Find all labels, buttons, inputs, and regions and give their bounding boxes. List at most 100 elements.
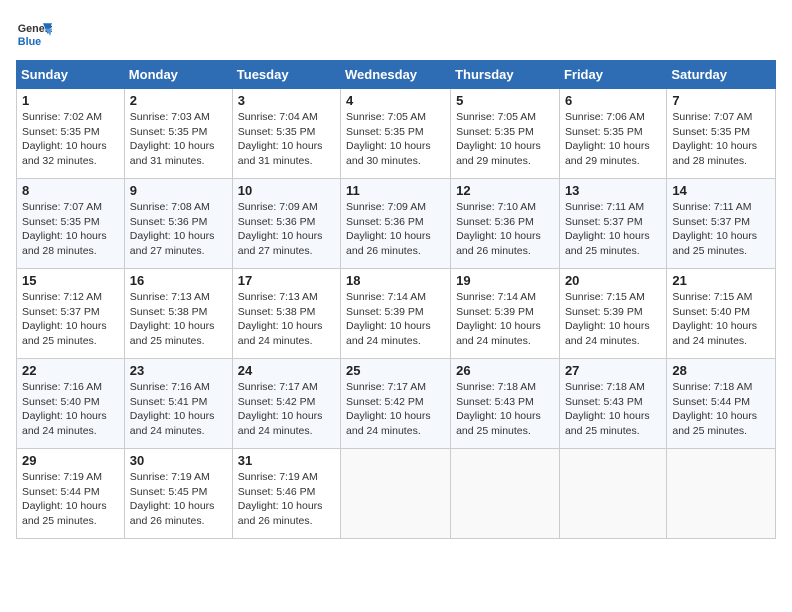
day-header-friday: Friday xyxy=(559,61,666,89)
week-row-2: 8 Sunrise: 7:07 AM Sunset: 5:35 PM Dayli… xyxy=(17,179,776,269)
day-header-monday: Monday xyxy=(124,61,232,89)
cell-info: Sunrise: 7:14 AM Sunset: 5:39 PM Dayligh… xyxy=(456,290,554,349)
day-number: 12 xyxy=(456,183,554,198)
cell-info: Sunrise: 7:03 AM Sunset: 5:35 PM Dayligh… xyxy=(130,110,227,169)
calendar-cell: 2 Sunrise: 7:03 AM Sunset: 5:35 PM Dayli… xyxy=(124,89,232,179)
calendar-cell: 18 Sunrise: 7:14 AM Sunset: 5:39 PM Dayl… xyxy=(341,269,451,359)
cell-info: Sunrise: 7:07 AM Sunset: 5:35 PM Dayligh… xyxy=(22,200,119,259)
calendar-cell: 5 Sunrise: 7:05 AM Sunset: 5:35 PM Dayli… xyxy=(451,89,560,179)
cell-info: Sunrise: 7:10 AM Sunset: 5:36 PM Dayligh… xyxy=(456,200,554,259)
calendar-cell xyxy=(341,449,451,539)
calendar-cell: 11 Sunrise: 7:09 AM Sunset: 5:36 PM Dayl… xyxy=(341,179,451,269)
cell-info: Sunrise: 7:19 AM Sunset: 5:45 PM Dayligh… xyxy=(130,470,227,529)
cell-info: Sunrise: 7:05 AM Sunset: 5:35 PM Dayligh… xyxy=(346,110,445,169)
calendar-cell: 24 Sunrise: 7:17 AM Sunset: 5:42 PM Dayl… xyxy=(232,359,340,449)
day-number: 6 xyxy=(565,93,661,108)
cell-info: Sunrise: 7:09 AM Sunset: 5:36 PM Dayligh… xyxy=(346,200,445,259)
day-number: 9 xyxy=(130,183,227,198)
day-header-sunday: Sunday xyxy=(17,61,125,89)
cell-info: Sunrise: 7:16 AM Sunset: 5:41 PM Dayligh… xyxy=(130,380,227,439)
svg-text:Blue: Blue xyxy=(18,36,41,48)
day-number: 21 xyxy=(672,273,770,288)
week-row-1: 1 Sunrise: 7:02 AM Sunset: 5:35 PM Dayli… xyxy=(17,89,776,179)
calendar-cell: 13 Sunrise: 7:11 AM Sunset: 5:37 PM Dayl… xyxy=(559,179,666,269)
calendar-cell: 27 Sunrise: 7:18 AM Sunset: 5:43 PM Dayl… xyxy=(559,359,666,449)
calendar-cell: 25 Sunrise: 7:17 AM Sunset: 5:42 PM Dayl… xyxy=(341,359,451,449)
cell-info: Sunrise: 7:18 AM Sunset: 5:43 PM Dayligh… xyxy=(565,380,661,439)
cell-info: Sunrise: 7:15 AM Sunset: 5:40 PM Dayligh… xyxy=(672,290,770,349)
day-header-wednesday: Wednesday xyxy=(341,61,451,89)
cell-info: Sunrise: 7:18 AM Sunset: 5:44 PM Dayligh… xyxy=(672,380,770,439)
cell-info: Sunrise: 7:14 AM Sunset: 5:39 PM Dayligh… xyxy=(346,290,445,349)
cell-info: Sunrise: 7:18 AM Sunset: 5:43 PM Dayligh… xyxy=(456,380,554,439)
day-number: 13 xyxy=(565,183,661,198)
day-number: 11 xyxy=(346,183,445,198)
day-number: 31 xyxy=(238,453,335,468)
cell-info: Sunrise: 7:12 AM Sunset: 5:37 PM Dayligh… xyxy=(22,290,119,349)
day-number: 18 xyxy=(346,273,445,288)
calendar-cell: 14 Sunrise: 7:11 AM Sunset: 5:37 PM Dayl… xyxy=(667,179,776,269)
cell-info: Sunrise: 7:13 AM Sunset: 5:38 PM Dayligh… xyxy=(130,290,227,349)
day-number: 5 xyxy=(456,93,554,108)
calendar-header-row: SundayMondayTuesdayWednesdayThursdayFrid… xyxy=(17,61,776,89)
calendar-cell: 30 Sunrise: 7:19 AM Sunset: 5:45 PM Dayl… xyxy=(124,449,232,539)
cell-info: Sunrise: 7:11 AM Sunset: 5:37 PM Dayligh… xyxy=(672,200,770,259)
day-header-saturday: Saturday xyxy=(667,61,776,89)
week-row-5: 29 Sunrise: 7:19 AM Sunset: 5:44 PM Dayl… xyxy=(17,449,776,539)
day-number: 2 xyxy=(130,93,227,108)
cell-info: Sunrise: 7:11 AM Sunset: 5:37 PM Dayligh… xyxy=(565,200,661,259)
cell-info: Sunrise: 7:13 AM Sunset: 5:38 PM Dayligh… xyxy=(238,290,335,349)
cell-info: Sunrise: 7:19 AM Sunset: 5:44 PM Dayligh… xyxy=(22,470,119,529)
calendar-cell: 9 Sunrise: 7:08 AM Sunset: 5:36 PM Dayli… xyxy=(124,179,232,269)
calendar-cell: 19 Sunrise: 7:14 AM Sunset: 5:39 PM Dayl… xyxy=(451,269,560,359)
calendar-cell: 4 Sunrise: 7:05 AM Sunset: 5:35 PM Dayli… xyxy=(341,89,451,179)
day-number: 28 xyxy=(672,363,770,378)
calendar-cell: 17 Sunrise: 7:13 AM Sunset: 5:38 PM Dayl… xyxy=(232,269,340,359)
day-number: 10 xyxy=(238,183,335,198)
cell-info: Sunrise: 7:17 AM Sunset: 5:42 PM Dayligh… xyxy=(238,380,335,439)
calendar-cell: 1 Sunrise: 7:02 AM Sunset: 5:35 PM Dayli… xyxy=(17,89,125,179)
cell-info: Sunrise: 7:04 AM Sunset: 5:35 PM Dayligh… xyxy=(238,110,335,169)
cell-info: Sunrise: 7:02 AM Sunset: 5:35 PM Dayligh… xyxy=(22,110,119,169)
day-number: 7 xyxy=(672,93,770,108)
calendar-cell: 15 Sunrise: 7:12 AM Sunset: 5:37 PM Dayl… xyxy=(17,269,125,359)
calendar-cell: 28 Sunrise: 7:18 AM Sunset: 5:44 PM Dayl… xyxy=(667,359,776,449)
day-number: 20 xyxy=(565,273,661,288)
calendar-cell: 23 Sunrise: 7:16 AM Sunset: 5:41 PM Dayl… xyxy=(124,359,232,449)
day-number: 23 xyxy=(130,363,227,378)
cell-info: Sunrise: 7:05 AM Sunset: 5:35 PM Dayligh… xyxy=(456,110,554,169)
calendar-cell: 29 Sunrise: 7:19 AM Sunset: 5:44 PM Dayl… xyxy=(17,449,125,539)
calendar-cell xyxy=(451,449,560,539)
cell-info: Sunrise: 7:07 AM Sunset: 5:35 PM Dayligh… xyxy=(672,110,770,169)
day-number: 8 xyxy=(22,183,119,198)
week-row-4: 22 Sunrise: 7:16 AM Sunset: 5:40 PM Dayl… xyxy=(17,359,776,449)
day-number: 26 xyxy=(456,363,554,378)
calendar-cell: 12 Sunrise: 7:10 AM Sunset: 5:36 PM Dayl… xyxy=(451,179,560,269)
calendar-cell: 21 Sunrise: 7:15 AM Sunset: 5:40 PM Dayl… xyxy=(667,269,776,359)
calendar-cell: 26 Sunrise: 7:18 AM Sunset: 5:43 PM Dayl… xyxy=(451,359,560,449)
day-number: 3 xyxy=(238,93,335,108)
calendar-cell: 6 Sunrise: 7:06 AM Sunset: 5:35 PM Dayli… xyxy=(559,89,666,179)
day-number: 1 xyxy=(22,93,119,108)
day-number: 30 xyxy=(130,453,227,468)
page-container: General Blue SundayMondayTuesdayWednesda… xyxy=(16,16,776,539)
cell-info: Sunrise: 7:06 AM Sunset: 5:35 PM Dayligh… xyxy=(565,110,661,169)
calendar-table: SundayMondayTuesdayWednesdayThursdayFrid… xyxy=(16,60,776,539)
week-row-3: 15 Sunrise: 7:12 AM Sunset: 5:37 PM Dayl… xyxy=(17,269,776,359)
day-number: 15 xyxy=(22,273,119,288)
logo-icon: General Blue xyxy=(16,16,52,52)
calendar-cell: 31 Sunrise: 7:19 AM Sunset: 5:46 PM Dayl… xyxy=(232,449,340,539)
calendar-cell xyxy=(667,449,776,539)
calendar-cell: 7 Sunrise: 7:07 AM Sunset: 5:35 PM Dayli… xyxy=(667,89,776,179)
day-number: 17 xyxy=(238,273,335,288)
day-number: 4 xyxy=(346,93,445,108)
calendar-cell: 3 Sunrise: 7:04 AM Sunset: 5:35 PM Dayli… xyxy=(232,89,340,179)
cell-info: Sunrise: 7:19 AM Sunset: 5:46 PM Dayligh… xyxy=(238,470,335,529)
header: General Blue xyxy=(16,16,776,52)
logo: General Blue xyxy=(16,16,52,52)
day-number: 19 xyxy=(456,273,554,288)
calendar-cell: 16 Sunrise: 7:13 AM Sunset: 5:38 PM Dayl… xyxy=(124,269,232,359)
day-header-tuesday: Tuesday xyxy=(232,61,340,89)
calendar-cell xyxy=(559,449,666,539)
calendar-cell: 20 Sunrise: 7:15 AM Sunset: 5:39 PM Dayl… xyxy=(559,269,666,359)
